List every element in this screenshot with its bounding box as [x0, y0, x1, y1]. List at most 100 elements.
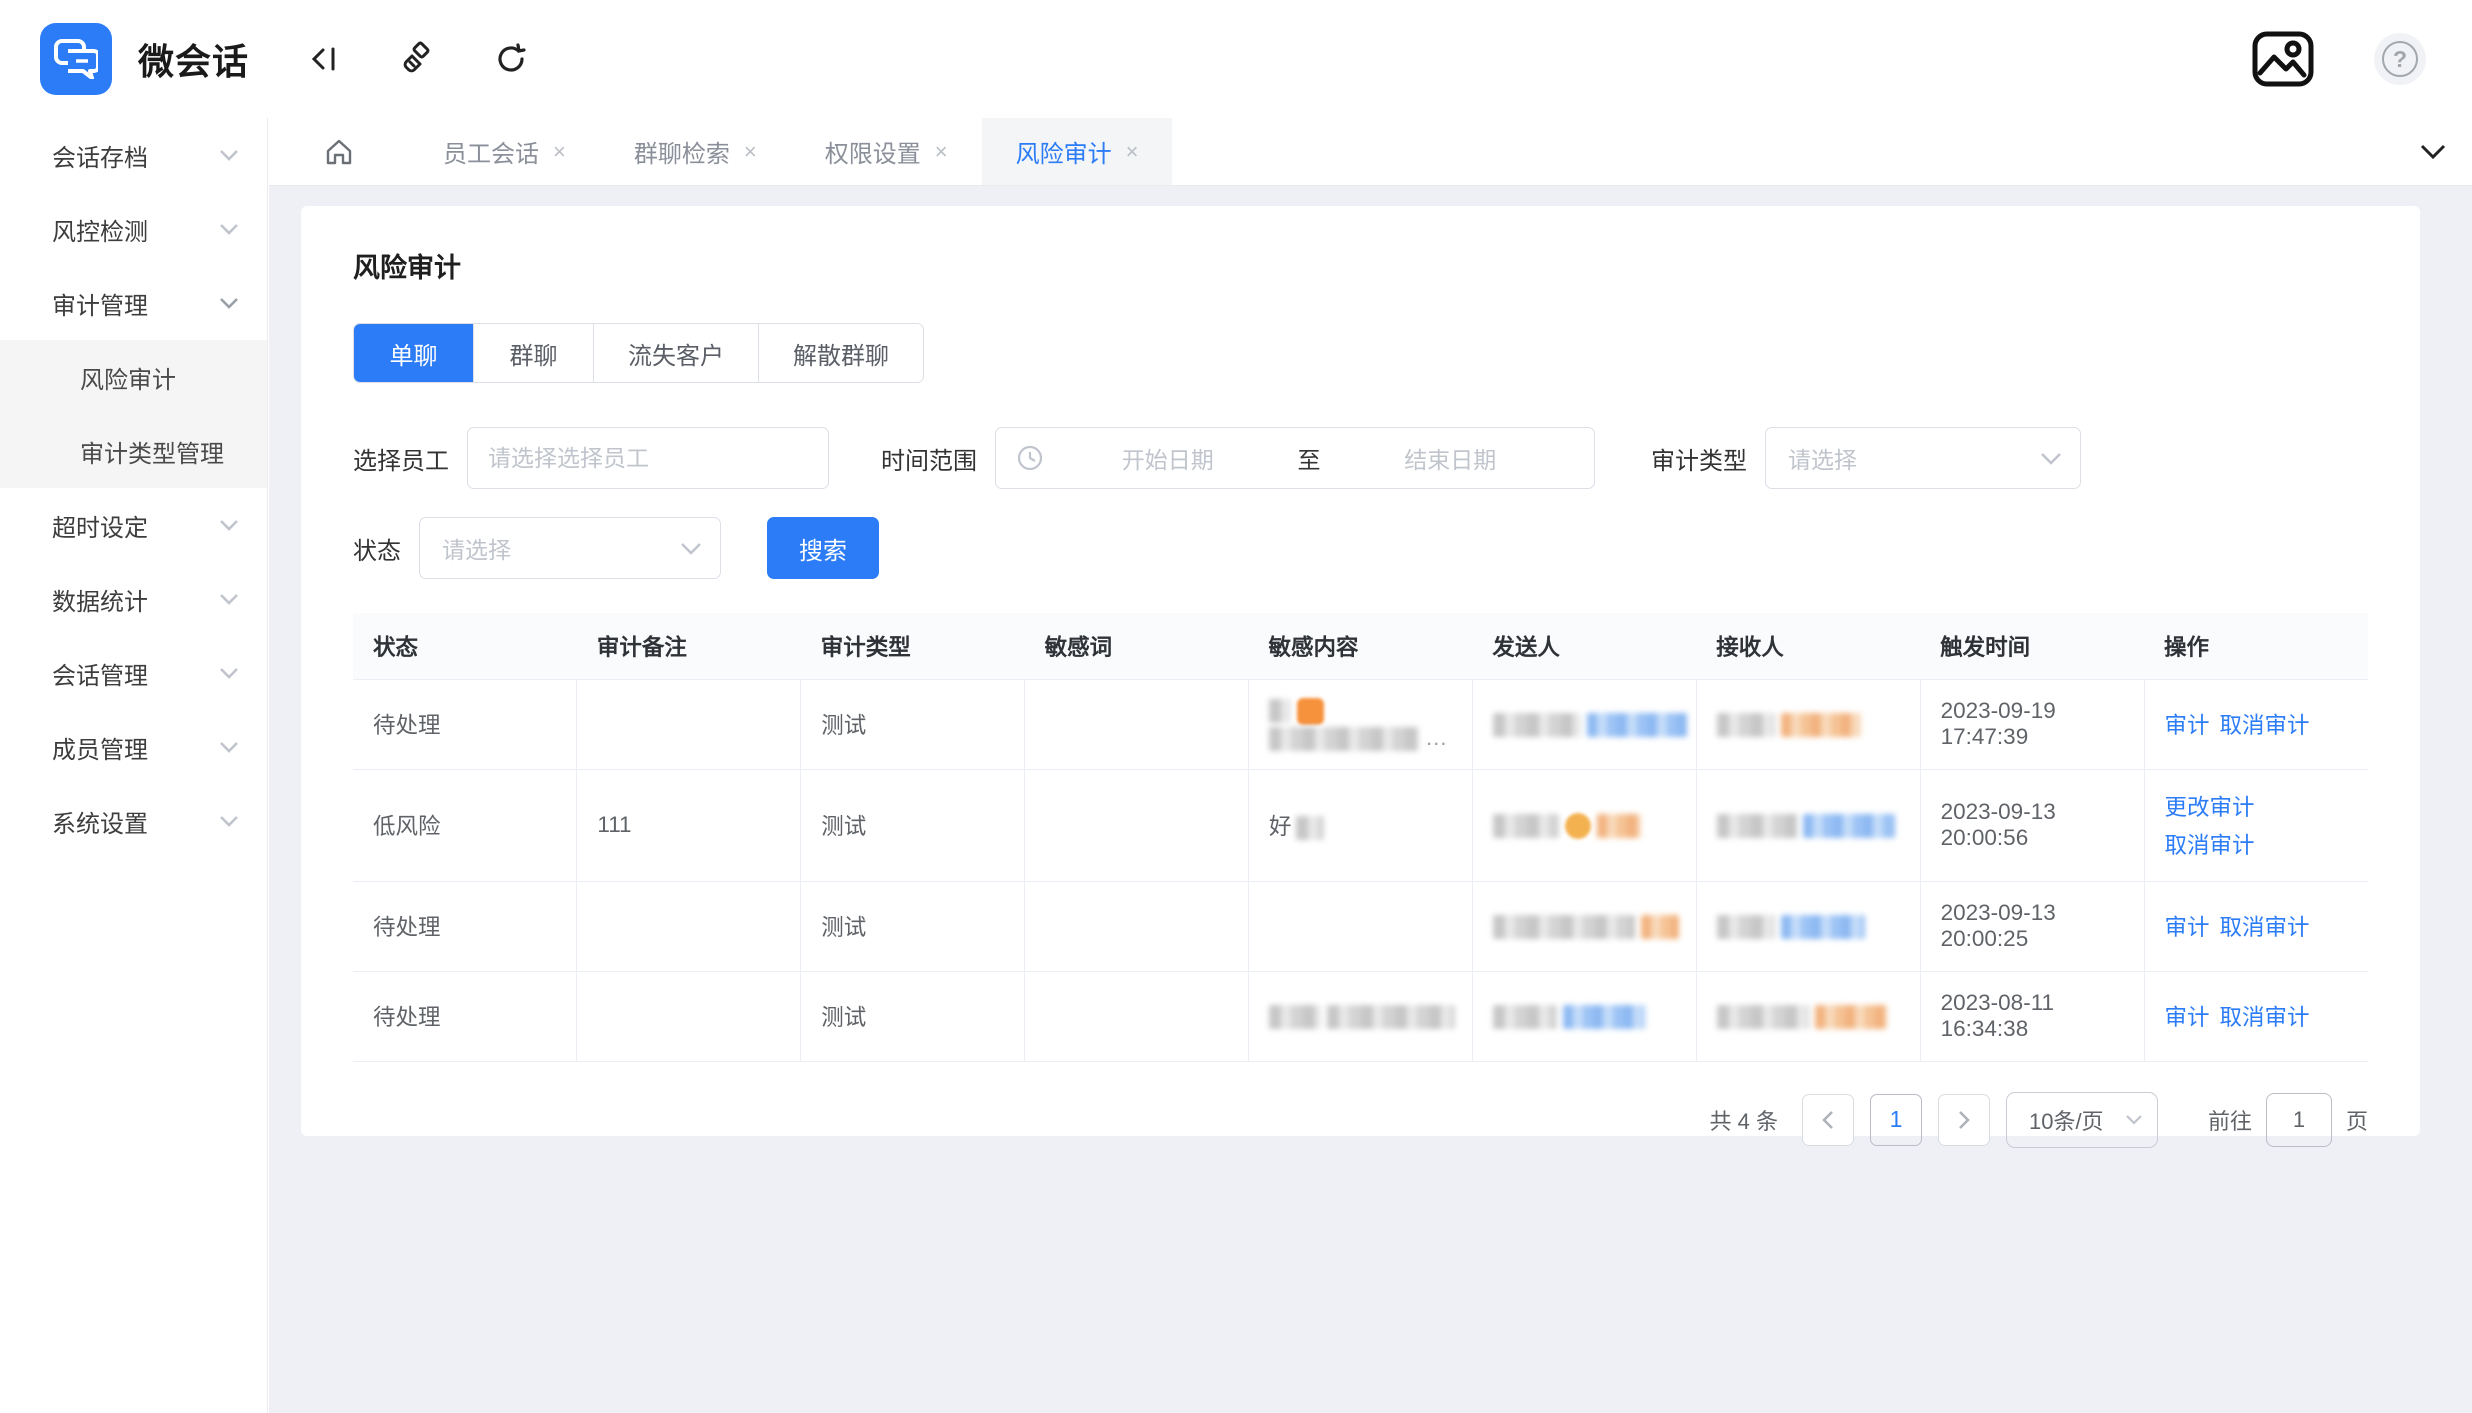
end-date-placeholder[interactable]: 结束日期 — [1327, 441, 1575, 475]
home-tab[interactable] — [269, 118, 409, 185]
range-separator: 至 — [1292, 441, 1327, 475]
audit-type-select[interactable]: 请选择 — [1765, 427, 2081, 489]
tab-group-chat-search[interactable]: 群聊检索 × — [600, 118, 791, 185]
sidebar-item-member-management[interactable]: 成员管理 — [0, 710, 267, 784]
avatar-broken-image-icon[interactable] — [2252, 31, 2314, 87]
cancel-audit-action-link[interactable]: 取消审计 — [2220, 1000, 2310, 1032]
app-logo — [40, 23, 112, 95]
sidebar-subitem-audit-type-management[interactable]: 审计类型管理 — [0, 414, 267, 488]
sidebar-item-audit-management[interactable]: 审计管理 — [0, 266, 267, 340]
employee-select[interactable] — [467, 427, 829, 489]
chevron-down-icon — [219, 297, 239, 309]
chat-tab-single[interactable]: 单聊 — [354, 324, 474, 382]
chevron-down-icon — [680, 542, 720, 555]
risk-audit-card: 风险审计 单聊 群聊 流失客户 解散群聊 选择员工 时间范围 — [301, 206, 2420, 1136]
audit-action-link[interactable]: 审计 — [2165, 1000, 2210, 1032]
chevron-down-icon — [219, 149, 239, 161]
sidebar-item-session-management[interactable]: 会话管理 — [0, 636, 267, 710]
chat-tab-disbanded-groups[interactable]: 解散群聊 — [759, 324, 923, 382]
chevron-down-icon — [2125, 1114, 2143, 1125]
goto-page-input-box — [2266, 1093, 2332, 1147]
chevron-down-icon — [219, 741, 239, 753]
page-number-button[interactable]: 1 — [1870, 1094, 1922, 1146]
sidebar-item-system-settings[interactable]: 系统设置 — [0, 784, 267, 858]
chat-tab-group[interactable]: 群聊 — [474, 324, 594, 382]
start-date-placeholder[interactable]: 开始日期 — [1044, 441, 1292, 475]
clock-icon — [1016, 444, 1044, 472]
table-header-row: 状态 审计备注 审计类型 敏感词 敏感内容 发送人 接收人 触发时间 操作 — [353, 613, 2368, 679]
col-sensitive-content: 敏感内容 — [1249, 613, 1473, 679]
redacted-sensitive-content: … — [1249, 679, 1473, 769]
trigger-time-cell: 2023-08-11 16:34:38 — [1920, 971, 2144, 1061]
cancel-audit-action-link[interactable]: 取消审计 — [2220, 708, 2310, 740]
tab-bar: 员工会话 × 群聊检索 × 权限设置 × 风险审计 × — [269, 118, 2472, 186]
status-filter-label: 状态 — [353, 531, 401, 566]
tab-permission-settings[interactable]: 权限设置 × — [791, 118, 982, 185]
cancel-audit-action-link[interactable]: 取消审计 — [2220, 910, 2310, 942]
chat-tab-lost-customers[interactable]: 流失客户 — [594, 324, 759, 382]
tab-employee-session[interactable]: 员工会话 × — [409, 118, 600, 185]
page-unit-label: 页 — [2346, 1104, 2368, 1136]
sidebar: 会话存档 风控检测 审计管理 风险审计 审计类型管理 超时 — [0, 118, 268, 1413]
redacted-sender — [1472, 971, 1696, 1061]
page-title: 风险审计 — [353, 246, 2368, 285]
chevron-down-icon — [219, 519, 239, 531]
search-button[interactable]: 搜索 — [767, 517, 879, 579]
close-icon[interactable]: × — [935, 139, 948, 165]
redacted-receiver — [1696, 769, 1920, 881]
total-count: 共 4 条 — [1710, 1104, 1778, 1136]
sidebar-item-risk-detection[interactable]: 风控检测 — [0, 192, 267, 266]
audit-action-link[interactable]: 审计 — [2165, 910, 2210, 942]
daterange-filter-label: 时间范围 — [881, 441, 977, 476]
col-status: 状态 — [353, 613, 577, 679]
cancel-audit-action-link[interactable]: 取消审计 — [2165, 828, 2369, 860]
chevron-down-icon — [219, 223, 239, 235]
clean-icon[interactable] — [399, 41, 435, 77]
tab-risk-audit-active[interactable]: 风险审计 × — [982, 118, 1173, 185]
chevron-down-icon — [219, 815, 239, 827]
trigger-time-cell: 2023-09-19 17:47:39 — [1920, 679, 2144, 769]
redacted-sensitive-content — [1249, 881, 1473, 971]
collapse-sidebar-icon[interactable] — [307, 42, 341, 76]
audit-action-link[interactable]: 审计 — [2165, 708, 2210, 740]
employee-select-input[interactable] — [488, 445, 808, 472]
col-trigger-time: 触发时间 — [1920, 613, 2144, 679]
redacted-receiver — [1696, 971, 1920, 1061]
sidebar-item-data-statistics[interactable]: 数据统计 — [0, 562, 267, 636]
chevron-down-icon — [2040, 452, 2080, 465]
pagination: 共 4 条 1 10条/页 前往 — [353, 1092, 2368, 1148]
chat-type-tabs: 单聊 群聊 流失客户 解散群聊 — [353, 323, 924, 383]
next-page-button[interactable] — [1938, 1094, 1990, 1146]
goto-page-input[interactable] — [2267, 1094, 2331, 1146]
redacted-sensitive-content: 好 — [1249, 769, 1473, 881]
col-sender: 发送人 — [1472, 613, 1696, 679]
close-icon[interactable]: × — [1126, 139, 1139, 165]
col-audit-type: 审计类型 — [801, 613, 1025, 679]
redacted-receiver — [1696, 679, 1920, 769]
tabbar-chevron-down-icon[interactable] — [2394, 118, 2472, 185]
home-icon — [324, 137, 354, 167]
main-content-area: 风险审计 单聊 群聊 流失客户 解散群聊 选择员工 时间范围 — [269, 186, 2472, 1413]
sidebar-subitem-risk-audit[interactable]: 风险审计 — [0, 340, 267, 414]
status-select[interactable]: 请选择 — [419, 517, 721, 579]
status-cell: 低风险 — [353, 769, 577, 881]
col-actions: 操作 — [2144, 613, 2368, 679]
redacted-sender — [1472, 769, 1696, 881]
daterange-picker[interactable]: 开始日期 至 结束日期 — [995, 427, 1595, 489]
sidebar-item-timeout-settings[interactable]: 超时设定 — [0, 488, 267, 562]
chevron-down-icon — [219, 667, 239, 679]
table-row: 低风险 111 测试 好 — [353, 769, 2368, 881]
refresh-icon[interactable] — [493, 41, 529, 77]
page-size-select[interactable]: 10条/页 — [2006, 1092, 2158, 1148]
redacted-sender — [1472, 881, 1696, 971]
close-icon[interactable]: × — [744, 139, 757, 165]
change-audit-action-link[interactable]: 更改审计 — [2165, 790, 2369, 822]
help-icon[interactable]: ? — [2374, 33, 2426, 85]
close-icon[interactable]: × — [553, 139, 566, 165]
top-header: 微会话 — [0, 0, 2472, 118]
risk-audit-table: 状态 审计备注 审计类型 敏感词 敏感内容 发送人 接收人 触发时间 操作 — [353, 613, 2368, 1062]
trigger-time-cell: 2023-09-13 20:00:25 — [1920, 881, 2144, 971]
redacted-sensitive-content — [1249, 971, 1473, 1061]
prev-page-button[interactable] — [1802, 1094, 1854, 1146]
sidebar-item-session-archive[interactable]: 会话存档 — [0, 118, 267, 192]
